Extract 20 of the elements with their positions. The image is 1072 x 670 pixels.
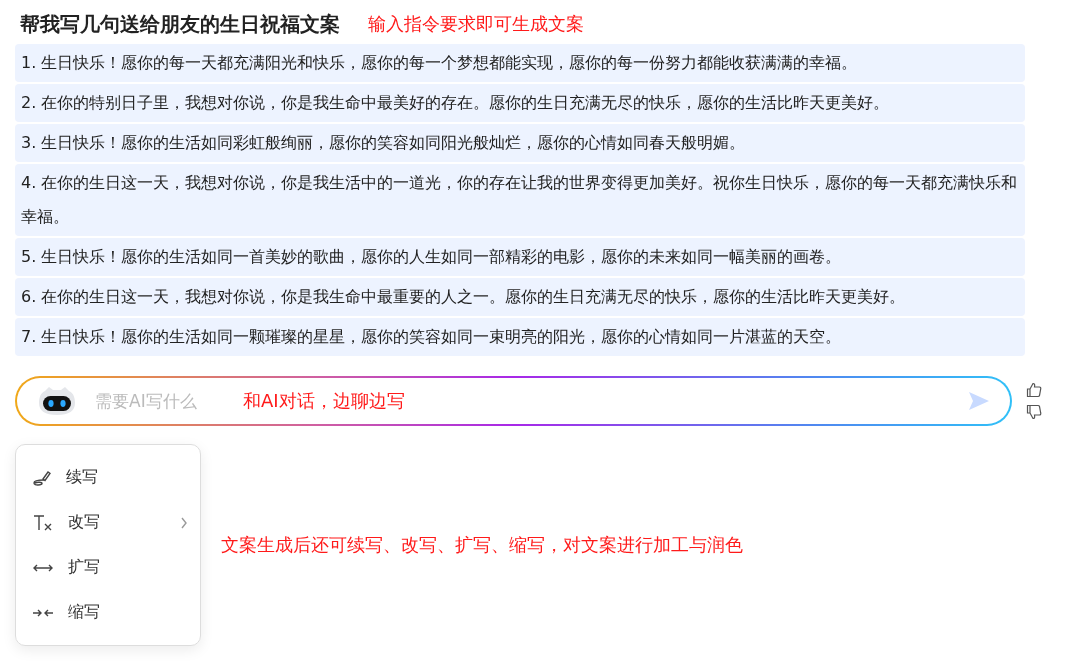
menu-item[interactable]: 扩写 — [16, 545, 200, 590]
menu-item[interactable]: 缩写 — [16, 590, 200, 635]
annotation-text: 文案生成后还可续写、改写、扩写、缩写，对文案进行加工与润色 — [221, 533, 743, 557]
result-paragraph: 7. 生日快乐！愿你的生活如同一颗璀璨的星星，愿你的笑容如同一束明亮的阳光，愿你的心情如同一片湛蓝的天空。 — [15, 318, 1025, 356]
chat-input-field[interactable]: 需要AI写什么 — [93, 390, 227, 412]
result-paragraph: 1. 生日快乐！愿你的每一天都充满阳光和快乐，愿你的每一个梦想都能实现，愿你的每一份努力都能收获满满的幸福。 — [15, 44, 1025, 82]
menu-item[interactable]: 改写 — [16, 500, 200, 545]
menu-item[interactable]: 续写 — [16, 455, 200, 500]
thumbs-up-icon[interactable] — [1026, 382, 1042, 398]
result-paragraph: 3. 生日快乐！愿你的生活如同彩虹般绚丽，愿你的笑容如同阳光般灿烂，愿你的心情如同春天般明媚。 — [15, 124, 1025, 162]
robot-icon — [37, 385, 77, 417]
result-paragraph: 4. 在你的生日这一天，我想对你说，你是我生活中的一道光，你的存在让我的世界变得更加美好。祝你生日快乐，愿你的每一天都充满快乐和幸福。 — [15, 164, 1025, 236]
annotation-text: 输入指令要求即可生成文案 — [368, 12, 584, 36]
clear-format-icon — [32, 512, 54, 533]
result-paragraph: 6. 在你的生日这一天，我想对你说，你是我生命中最重要的人之一。愿你的生日充满无尽的快乐，愿你的生活比昨天更美好。 — [15, 278, 1025, 316]
annotation-text: 和AI对话，边聊边写 — [243, 389, 405, 413]
result-paragraph: 2. 在你的特别日子里，我想对你说，你是我生命中最美好的存在。愿你的生日充满无尽的快乐，愿你的生活比昨天更美好。 — [15, 84, 1025, 122]
result-paragraph: 5. 生日快乐！愿你的生活如同一首美妙的歌曲，愿你的人生如同一部精彩的电影，愿你的未来如同一幅美丽的画卷。 — [15, 238, 1025, 276]
thumbs-down-icon[interactable] — [1026, 404, 1042, 420]
prompt-title: 帮我写几句送给朋友的生日祝福文案 — [20, 10, 340, 38]
